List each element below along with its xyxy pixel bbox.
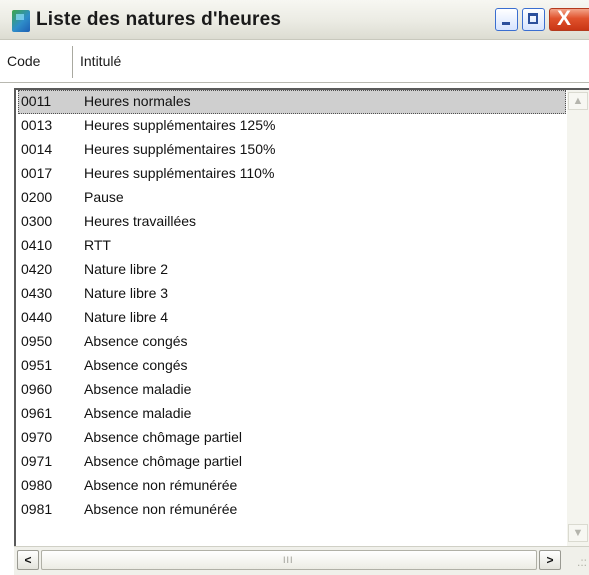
list-item[interactable]: 0430 Nature libre 3	[18, 282, 566, 306]
cell-intitule: Absence non rémunérée	[84, 477, 238, 493]
list-item[interactable]: 0961 Absence maladie	[18, 402, 566, 426]
scroll-left-icon: <	[24, 553, 32, 567]
close-button[interactable]: X	[549, 7, 589, 31]
cell-intitule: Heures supplémentaires 125%	[84, 117, 276, 133]
cell-intitule: Nature libre 4	[84, 309, 169, 325]
cell-intitule: Nature libre 3	[84, 285, 169, 301]
cell-code: 0961	[21, 405, 53, 421]
cell-code: 0970	[21, 429, 53, 445]
cell-intitule: Absence maladie	[84, 405, 192, 421]
cell-intitule: Heures supplémentaires 150%	[84, 141, 276, 157]
cell-intitule: Heures travaillées	[84, 213, 197, 229]
scroll-up-button[interactable]: ▲	[568, 92, 588, 110]
list-item[interactable]: 0017 Heures supplémentaires 110%	[18, 162, 566, 186]
window-title: Liste des natures d'heures	[36, 9, 282, 30]
list-item[interactable]: 0980 Absence non rémunérée	[18, 474, 566, 498]
list-item[interactable]: 0971 Absence chômage partiel	[18, 450, 566, 474]
cell-intitule: Absence chômage partiel	[84, 453, 242, 469]
cell-code: 0950	[21, 333, 53, 349]
column-header-intitule[interactable]: Intitulé	[80, 53, 121, 69]
column-header-code[interactable]: Code	[7, 53, 40, 69]
list-item[interactable]: 0410 RTT	[18, 234, 566, 258]
cell-code: 0013	[21, 117, 53, 133]
list-item[interactable]: 0014 Heures supplémentaires 150%	[18, 138, 566, 162]
list-item[interactable]: 0951 Absence congés	[18, 354, 566, 378]
list-item[interactable]: 0011 Heures normales	[18, 90, 566, 114]
cell-code: 0017	[21, 165, 53, 181]
title-bar[interactable]: Liste des natures d'heures X	[0, 0, 589, 40]
list-item[interactable]: 0200 Pause	[18, 186, 566, 210]
scroll-right-button[interactable]: >	[539, 550, 561, 570]
scroll-left-button[interactable]: <	[17, 550, 39, 570]
list-item[interactable]: 0970 Absence chômage partiel	[18, 426, 566, 450]
cell-intitule: Nature libre 2	[84, 261, 169, 277]
cell-intitule: Absence non rémunérée	[84, 501, 238, 517]
cell-code: 0960	[21, 381, 53, 397]
list-item[interactable]: 0420 Nature libre 2	[18, 258, 566, 282]
list-item[interactable]: 0300 Heures travaillées	[18, 210, 566, 234]
cell-intitule: Heures supplémentaires 110%	[84, 165, 275, 181]
cell-intitule: Absence congés	[84, 357, 188, 373]
cell-code: 0430	[21, 285, 53, 301]
list-rows: 0011 Heures normales 0013 Heures supplément…	[18, 90, 566, 522]
list-item[interactable]: 0950 Absence congés	[18, 330, 566, 354]
list-item[interactable]: 0013 Heures supplémentaires 125%	[18, 114, 566, 138]
cell-intitule: Absence congés	[84, 333, 188, 349]
maximize-button[interactable]	[522, 8, 545, 31]
cell-code: 0951	[21, 357, 53, 373]
app-icon	[12, 10, 30, 32]
scroll-down-icon: ▼	[572, 527, 584, 539]
size-grip-icon[interactable]: .::	[565, 551, 587, 573]
column-header: Code Intitulé	[0, 41, 589, 83]
cell-intitule: Absence maladie	[84, 381, 192, 397]
cell-intitule: Absence chômage partiel	[84, 429, 242, 445]
minimize-button[interactable]	[495, 8, 518, 31]
maximize-icon	[528, 13, 538, 24]
cell-code: 0981	[21, 501, 53, 517]
cell-code: 0410	[21, 237, 53, 253]
list-item[interactable]: 0960 Absence maladie	[18, 378, 566, 402]
scroll-thumb[interactable]: III	[41, 550, 537, 570]
column-divider[interactable]	[72, 46, 73, 78]
scroll-up-icon: ▲	[572, 95, 584, 107]
close-icon: X	[557, 7, 572, 30]
list-margin	[0, 83, 14, 575]
cell-code: 0420	[21, 261, 53, 277]
scroll-down-button[interactable]: ▼	[568, 524, 588, 542]
scroll-right-icon: >	[546, 553, 554, 567]
cell-code: 0440	[21, 309, 53, 325]
list-item[interactable]: 0440 Nature libre 4	[18, 306, 566, 330]
cell-code: 0980	[21, 477, 53, 493]
cell-intitule: Heures normales	[84, 93, 191, 109]
minimize-icon	[502, 22, 510, 25]
grip-icon: III	[283, 555, 294, 565]
cell-intitule: RTT	[84, 237, 111, 253]
cell-code: 0014	[21, 141, 53, 157]
nature-list[interactable]: 0011 Heures normales 0013 Heures supplément…	[14, 88, 589, 546]
cell-code: 0971	[21, 453, 53, 469]
list-item[interactable]: 0981 Absence non rémunérée	[18, 498, 566, 522]
cell-code: 0011	[21, 93, 52, 109]
vertical-scrollbar[interactable]: ▲ ▼	[567, 90, 589, 546]
cell-intitule: Pause	[84, 189, 124, 205]
horizontal-scrollbar[interactable]: < III > .::	[14, 546, 589, 575]
cell-code: 0300	[21, 213, 53, 229]
cell-code: 0200	[21, 189, 53, 205]
